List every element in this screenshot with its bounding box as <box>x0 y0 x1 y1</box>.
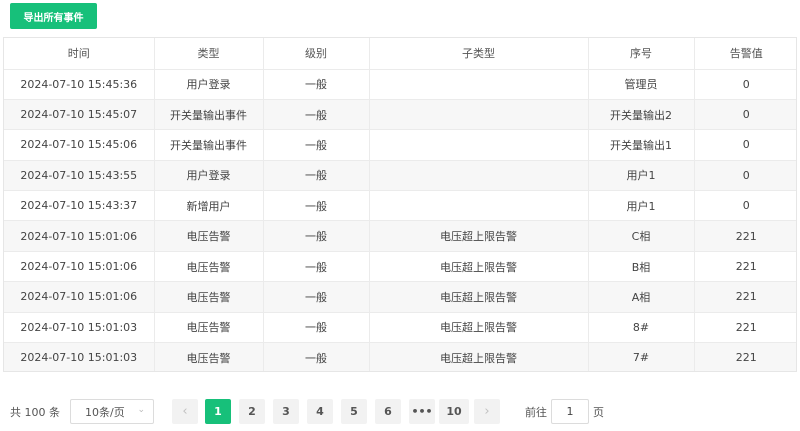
page-button-3[interactable]: 3 <box>273 399 299 424</box>
cell-alarm-value: 221 <box>694 342 796 371</box>
page-size-value: 10条/页 <box>85 405 125 419</box>
pagination: 共 100 条 10条/页 ⌄ ‹ 123456 •••10 › 前往 页 <box>0 398 800 426</box>
cell-level: 一般 <box>263 160 370 192</box>
table-row[interactable]: 2024-07-10 15:45:06 开关量输出事件 一般 开关量输出1 0 <box>4 129 796 161</box>
export-all-events-button[interactable]: 导出所有事件 <box>10 3 97 29</box>
table-row[interactable]: 2024-07-10 15:45:36 用户登录 一般 管理员 0 <box>4 69 796 100</box>
cell-index: B相 <box>588 251 695 283</box>
cell-alarm-value: 0 <box>694 69 796 100</box>
page-button-5[interactable]: 5 <box>341 399 367 424</box>
cell-subtype: 电压超上限告警 <box>369 312 589 344</box>
cell-time: 2024-07-10 15:45:06 <box>4 129 155 161</box>
cell-index: 开关量输出1 <box>588 129 695 161</box>
cell-level: 一般 <box>263 251 370 283</box>
column-header-type[interactable]: 类型 <box>154 38 264 70</box>
column-header-index[interactable]: 序号 <box>588 38 695 70</box>
cell-time: 2024-07-10 15:01:06 <box>4 281 155 313</box>
cell-type: 用户登录 <box>154 69 264 100</box>
cell-alarm-value: 0 <box>694 129 796 161</box>
table-row[interactable]: 2024-07-10 15:43:37 新增用户 一般 用户1 0 <box>4 190 796 222</box>
table-row[interactable]: 2024-07-10 15:01:06 电压告警 一般 电压超上限告警 A相 221 <box>4 281 796 313</box>
chevron-down-icon: ⌄ <box>137 405 145 415</box>
cell-type: 电压告警 <box>154 342 264 371</box>
cell-time: 2024-07-10 15:43:37 <box>4 190 155 222</box>
next-page-button[interactable]: › <box>474 399 500 424</box>
cell-index: 8# <box>588 312 695 344</box>
cell-type: 电压告警 <box>154 281 264 313</box>
page-button-2[interactable]: 2 <box>239 399 265 424</box>
table-row[interactable]: 2024-07-10 15:01:06 电压告警 一般 电压超上限告警 C相 221 <box>4 220 796 252</box>
cell-type: 新增用户 <box>154 190 264 222</box>
cell-index: 开关量输出2 <box>588 99 695 131</box>
total-count: 共 100 条 <box>10 406 60 419</box>
page-button-6[interactable]: 6 <box>375 399 401 424</box>
page-button-1[interactable]: 1 <box>205 399 231 424</box>
cell-alarm-value: 221 <box>694 281 796 313</box>
prev-page-button[interactable]: ‹ <box>172 399 198 424</box>
column-header-level[interactable]: 级别 <box>263 38 370 70</box>
table-header-row: 时间 类型 级别 子类型 序号 告警值 <box>4 38 796 70</box>
events-table: 时间 类型 级别 子类型 序号 告警值 2024-07-10 15:45:36 用… <box>3 37 797 372</box>
cell-level: 一般 <box>263 220 370 252</box>
cell-type: 电压告警 <box>154 312 264 344</box>
cell-subtype <box>369 129 589 161</box>
cell-type: 开关量输出事件 <box>154 129 264 161</box>
more-pages-button[interactable]: ••• <box>409 399 435 424</box>
column-header-time[interactable]: 时间 <box>4 38 155 70</box>
cell-alarm-value: 0 <box>694 190 796 222</box>
cell-time: 2024-07-10 15:43:55 <box>4 160 155 192</box>
cell-subtype <box>369 160 589 192</box>
cell-alarm-value: 221 <box>694 251 796 283</box>
goto-suffix: 页 <box>593 406 604 419</box>
cell-subtype: 电压超上限告警 <box>369 342 589 371</box>
cell-subtype: 电压超上限告警 <box>369 281 589 313</box>
cell-type: 开关量输出事件 <box>154 99 264 131</box>
cell-subtype <box>369 190 589 222</box>
cell-time: 2024-07-10 15:01:03 <box>4 342 155 371</box>
chevron-right-icon: › <box>484 404 490 419</box>
chevron-left-icon: ‹ <box>182 404 188 419</box>
cell-index: 7# <box>588 342 695 371</box>
column-header-alarm-value[interactable]: 告警值 <box>694 38 796 70</box>
page-size-select[interactable]: 10条/页 ⌄ <box>70 399 154 424</box>
cell-level: 一般 <box>263 312 370 344</box>
cell-index: A相 <box>588 281 695 313</box>
cell-subtype <box>369 69 589 100</box>
goto-page-input[interactable] <box>551 399 589 424</box>
page-button-10[interactable]: 10 <box>439 399 469 424</box>
cell-alarm-value: 221 <box>694 220 796 252</box>
cell-index: C相 <box>588 220 695 252</box>
cell-time: 2024-07-10 15:45:07 <box>4 99 155 131</box>
cell-alarm-value: 0 <box>694 99 796 131</box>
cell-subtype: 电压超上限告警 <box>369 251 589 283</box>
cell-subtype: 电压超上限告警 <box>369 220 589 252</box>
cell-type: 电压告警 <box>154 220 264 252</box>
cell-subtype <box>369 99 589 131</box>
page-button-4[interactable]: 4 <box>307 399 333 424</box>
cell-alarm-value: 0 <box>694 160 796 192</box>
cell-time: 2024-07-10 15:01:03 <box>4 312 155 344</box>
cell-level: 一般 <box>263 99 370 131</box>
cell-level: 一般 <box>263 69 370 100</box>
table-row[interactable]: 2024-07-10 15:01:03 电压告警 一般 电压超上限告警 7# 221 <box>4 342 796 371</box>
cell-time: 2024-07-10 15:45:36 <box>4 69 155 100</box>
table-row[interactable]: 2024-07-10 15:43:55 用户登录 一般 用户1 0 <box>4 160 796 192</box>
cell-level: 一般 <box>263 190 370 222</box>
goto-label: 前往 <box>525 406 547 419</box>
table-row[interactable]: 2024-07-10 15:01:03 电压告警 一般 电压超上限告警 8# 221 <box>4 312 796 344</box>
cell-type: 用户登录 <box>154 160 264 192</box>
column-header-subtype[interactable]: 子类型 <box>369 38 589 70</box>
cell-time: 2024-07-10 15:01:06 <box>4 220 155 252</box>
cell-level: 一般 <box>263 129 370 161</box>
cell-index: 用户1 <box>588 160 695 192</box>
cell-alarm-value: 221 <box>694 312 796 344</box>
cell-index: 用户1 <box>588 190 695 222</box>
cell-level: 一般 <box>263 281 370 313</box>
cell-type: 电压告警 <box>154 251 264 283</box>
cell-time: 2024-07-10 15:01:06 <box>4 251 155 283</box>
cell-level: 一般 <box>263 342 370 371</box>
table-row[interactable]: 2024-07-10 15:45:07 开关量输出事件 一般 开关量输出2 0 <box>4 99 796 131</box>
table-row[interactable]: 2024-07-10 15:01:06 电压告警 一般 电压超上限告警 B相 221 <box>4 251 796 283</box>
cell-index: 管理员 <box>588 69 695 100</box>
